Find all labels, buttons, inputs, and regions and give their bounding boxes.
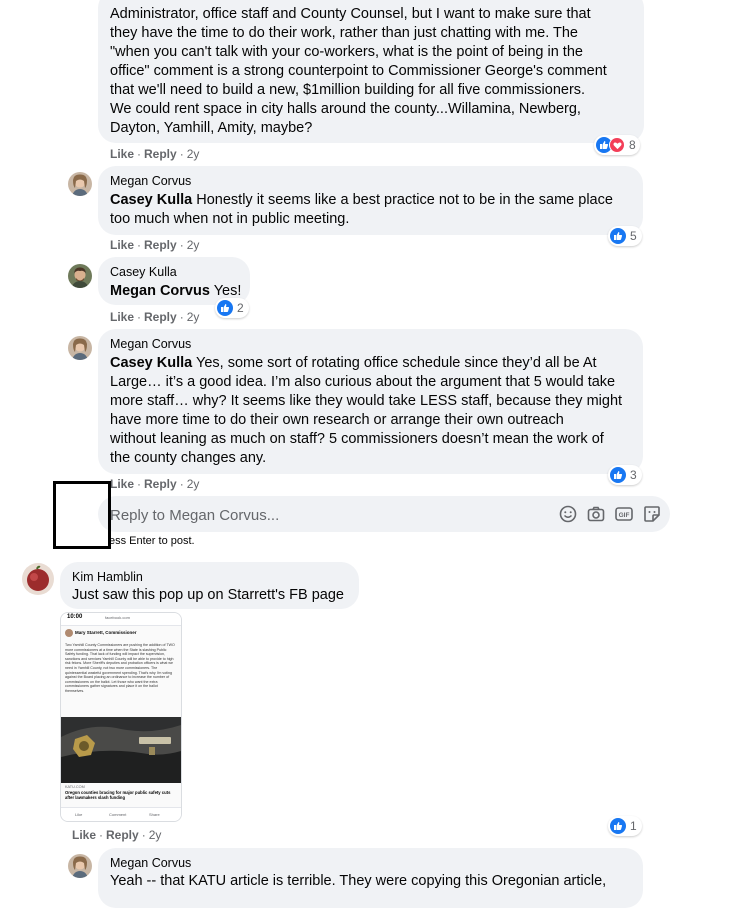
comment-bubble: Kim Hamblin Just saw this pop up on Star…: [60, 562, 359, 609]
comment-line: office" comment is a strong counterpoint…: [110, 63, 607, 79]
url-bar: facebook.com: [105, 615, 130, 620]
timestamp[interactable]: 2y: [149, 828, 162, 842]
like-reaction-icon: [610, 818, 626, 834]
thumb-comment: Comment: [109, 812, 127, 817]
comment-actions-top: Like · Reply · 2y: [110, 147, 200, 161]
comment-author[interactable]: Megan Corvus: [110, 337, 191, 351]
like-link[interactable]: Like: [110, 310, 134, 324]
reply-composer: GIF: [98, 496, 670, 534]
reply-bubble: Megan Corvus Casey Kulla Yes, some sort …: [98, 329, 643, 474]
like-link[interactable]: Like: [110, 477, 134, 491]
reaction-count-top[interactable]: 8: [594, 135, 640, 155]
comment-text: Administrator, office staff and County C…: [110, 5, 607, 138]
emoji-icon[interactable]: [558, 504, 578, 524]
comment-text: Just saw this pop up on Starrett's FB pa…: [72, 587, 344, 603]
reply-link[interactable]: Reply: [144, 477, 177, 491]
mention-link[interactable]: Casey Kulla: [110, 355, 192, 371]
comment-line: Dayton, Yamhill, Amity, maybe?: [110, 120, 313, 136]
like-link[interactable]: Like: [110, 147, 134, 161]
like-reaction-icon: [610, 467, 626, 483]
reply-input[interactable]: [108, 496, 542, 534]
link-title[interactable]: Oregon counties bracing for major public…: [65, 790, 177, 800]
avatar[interactable]: [68, 264, 92, 288]
comment-actions: Like · Reply · 2y: [72, 828, 162, 842]
thumb-share: Share: [149, 812, 160, 817]
like-link[interactable]: Like: [110, 238, 134, 252]
comment-line: that we'll need to build a new, $1millio…: [110, 82, 586, 98]
reaction-count[interactable]: 5: [608, 226, 642, 246]
reaction-count[interactable]: 1: [608, 816, 642, 836]
avatar[interactable]: [68, 336, 92, 360]
comment-line: We could rent space in city halls around…: [110, 101, 581, 117]
thumb-like: Like: [75, 812, 83, 817]
post-photo: [61, 717, 181, 783]
poster-avatar: [65, 629, 73, 637]
timestamp[interactable]: 2y: [187, 147, 200, 161]
mention-link[interactable]: Casey Kulla: [110, 192, 192, 208]
reply-link[interactable]: Reply: [144, 238, 177, 252]
comment-text: Casey Kulla Yes, some sort of rotating o…: [110, 355, 623, 466]
comment-line: "when you can't talk with your co-worker…: [110, 44, 583, 60]
reply-link[interactable]: Reply: [106, 828, 139, 842]
reaction-count[interactable]: 2: [215, 298, 249, 318]
comment-author[interactable]: Megan Corvus: [110, 174, 191, 188]
like-reaction-icon: [610, 228, 626, 244]
timestamp[interactable]: 2y: [187, 477, 200, 491]
timestamp[interactable]: 2y: [187, 310, 200, 324]
mention-link[interactable]: Megan Corvus: [110, 283, 210, 299]
redaction-box: [53, 481, 111, 549]
reply-link[interactable]: Reply: [144, 147, 177, 161]
camera-icon[interactable]: [586, 504, 606, 524]
link-source: KATU.COM: [65, 785, 85, 789]
reply-bubble: Megan Corvus Yeah -- that KATU article i…: [98, 848, 643, 908]
comment-actions: Like · Reply · 2y: [110, 310, 200, 324]
poster-name: Mary Starrett, Commissioner: [75, 630, 137, 635]
gif-icon[interactable]: GIF: [614, 504, 634, 524]
timestamp[interactable]: 2y: [187, 238, 200, 252]
attached-screenshot[interactable]: 10:00 facebook.com Mary Starrett, Commis…: [60, 612, 182, 822]
comment-author[interactable]: Megan Corvus: [110, 856, 191, 870]
comment-author[interactable]: Casey Kulla: [110, 265, 177, 279]
enter-to-post-hint: ess Enter to post.: [109, 535, 195, 547]
love-reaction-icon: [609, 137, 625, 153]
reaction-count[interactable]: 3: [608, 465, 642, 485]
comment-line: Administrator, office staff and County C…: [110, 6, 591, 22]
reply-bubble: Megan Corvus Casey Kulla Honestly it see…: [98, 166, 643, 235]
comment-bubble-top: Administrator, office staff and County C…: [98, 0, 644, 143]
comment-text: Yeah -- that KATU article is terrible. T…: [110, 873, 607, 889]
avatar[interactable]: [22, 563, 54, 595]
avatar[interactable]: [68, 172, 92, 196]
comment-author[interactable]: Kim Hamblin: [72, 570, 143, 584]
comment-text: Casey Kulla Honestly it seems like a bes…: [110, 192, 613, 227]
avatar[interactable]: [68, 854, 92, 878]
phone-time: 10:00: [67, 614, 83, 620]
like-reaction-icon: [217, 300, 233, 316]
like-link[interactable]: Like: [72, 828, 96, 842]
comment-actions: Like · Reply · 2y: [110, 477, 200, 491]
comment-actions: Like · Reply · 2y: [110, 238, 200, 252]
svg-text:GIF: GIF: [619, 512, 630, 519]
comment-line: they have the time to do their work, rat…: [110, 25, 579, 41]
reply-link[interactable]: Reply: [144, 310, 177, 324]
post-body: Two Yamhill County Commissioners are pus…: [65, 643, 175, 693]
sticker-icon[interactable]: [642, 504, 662, 524]
